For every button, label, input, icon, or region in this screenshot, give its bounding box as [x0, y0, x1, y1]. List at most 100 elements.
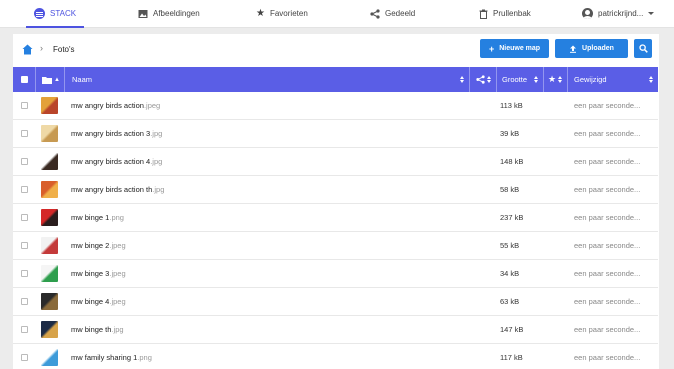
modified-date: een paar seconde... [574, 129, 641, 138]
table-row[interactable]: mw binge 3 .jpeg 34 kB een paar seconde... [13, 260, 658, 288]
row-checkbox[interactable] [21, 344, 28, 369]
user-avatar-icon [582, 8, 593, 19]
thumbnail [41, 288, 58, 315]
file-extension: .jpg [111, 325, 124, 334]
table-row[interactable]: mw angry birds action .jpeg 113 kB een paar… [13, 92, 658, 120]
modified-date: een paar seconde... [574, 157, 641, 166]
file-name-text: mw angry birds action th [71, 185, 153, 194]
new-folder-button[interactable]: + Nieuwe map [480, 39, 549, 58]
tab-gedeeld[interactable]: Gedeeld [370, 0, 415, 27]
user-menu[interactable]: patrickrijnd... [582, 0, 655, 27]
file-extension: .png [137, 353, 152, 362]
tab-label: Favorieten [269, 9, 308, 18]
thumbnail [41, 316, 58, 343]
file-panel: › Foto's + Nieuwe map Uploaden ▲ Naam Gr… [13, 34, 659, 369]
modified-date: een paar seconde... [574, 213, 641, 222]
file-name[interactable]: mw angry birds action 4 .jpg [71, 148, 162, 175]
modified-date: een paar seconde... [574, 185, 641, 194]
search-button[interactable] [634, 39, 652, 58]
row-checkbox[interactable] [21, 176, 28, 203]
file-name-text: mw family sharing 1 [71, 353, 138, 362]
home-icon[interactable] [22, 44, 33, 55]
table-row[interactable]: mw binge 4 .jpeg 63 kB een paar seconde... [13, 288, 658, 316]
toolbar: › Foto's + Nieuwe map Uploaden [13, 34, 659, 66]
thumbnail [41, 176, 58, 203]
modified-column-header[interactable]: Gewijzigd [567, 67, 658, 92]
breadcrumb[interactable]: Foto's [53, 45, 75, 54]
table-row[interactable]: mw binge 1 .png 237 kB een paar seconde... [13, 204, 658, 232]
tab-stack[interactable]: STACK [25, 0, 85, 28]
file-name-text: mw binge 3 [71, 269, 110, 278]
table-row[interactable]: mw angry birds action 3 .jpg 39 kB een paar… [13, 120, 658, 148]
thumbnail [41, 148, 58, 175]
row-checkbox[interactable] [21, 92, 28, 119]
shared-column-header[interactable] [469, 67, 496, 92]
file-name[interactable]: mw binge 4 .jpeg [71, 288, 126, 315]
image-icon [138, 9, 148, 18]
file-extension: .jpeg [109, 269, 126, 278]
row-checkbox[interactable] [21, 316, 28, 343]
sort-icon [649, 76, 653, 83]
plus-icon: + [488, 43, 495, 54]
select-all-checkbox[interactable] [21, 67, 35, 92]
chevron-right-icon: › [40, 43, 43, 53]
row-checkbox[interactable] [21, 204, 28, 231]
folder-icon [42, 76, 52, 84]
table-row[interactable]: mw binge 2 .jpeg 55 kB een paar seconde... [13, 232, 658, 260]
new-folder-label: Nieuwe map [499, 45, 541, 52]
table-row[interactable]: mw binge th .jpg 147 kB een paar seconde... [13, 316, 658, 344]
sort-icon [487, 76, 491, 83]
upload-button[interactable]: Uploaden [555, 39, 628, 58]
thumbnail [41, 260, 58, 287]
modified-date: een paar seconde... [574, 101, 641, 110]
search-icon [638, 44, 648, 53]
top-navigation: STACK Afbeeldingen ★ Favorieten Gedeeld … [0, 0, 674, 28]
row-checkbox[interactable] [21, 232, 28, 259]
file-name-text: mw angry birds action 3 [71, 129, 151, 138]
chevron-down-icon [648, 12, 655, 15]
size-column-header[interactable]: Grootte [496, 67, 543, 92]
user-name: patrickrijnd... [598, 9, 644, 18]
file-name-text: mw angry birds action 4 [71, 157, 151, 166]
row-checkbox[interactable] [21, 260, 28, 287]
file-name-text: mw binge 2 [71, 241, 110, 250]
table-row[interactable]: mw family sharing 1 .png 117 kB een paar se… [13, 344, 658, 369]
thumbnail [41, 344, 58, 369]
row-checkbox[interactable] [21, 148, 28, 175]
row-checkbox[interactable] [21, 120, 28, 147]
file-size: 117 kB [500, 353, 523, 362]
file-name[interactable]: mw angry birds action 3 .jpg [71, 120, 162, 147]
thumbnail [41, 232, 58, 259]
thumbnail [41, 92, 58, 119]
file-name[interactable]: mw family sharing 1 .png [71, 344, 152, 369]
tab-label: STACK [50, 9, 77, 18]
name-column-label: Naam [72, 75, 93, 84]
file-size: 148 kB [500, 157, 524, 166]
table-row[interactable]: mw angry birds action th .jpg 58 kB een paa… [13, 176, 658, 204]
row-checkbox[interactable] [21, 288, 28, 315]
file-name[interactable]: mw binge th .jpg [71, 316, 124, 343]
star-icon: ★ [548, 74, 557, 84]
share-icon [476, 75, 485, 84]
star-icon: ★ [256, 8, 265, 19]
file-name[interactable]: mw binge 1 .png [71, 204, 124, 231]
file-name-text: mw binge th [71, 325, 112, 334]
tab-afbeeldingen[interactable]: Afbeeldingen [138, 0, 200, 27]
name-column-header[interactable]: Naam [64, 67, 469, 92]
size-column-label: Grootte [502, 75, 528, 84]
type-column-header[interactable]: ▲ [35, 67, 64, 92]
table-header: ▲ Naam Grootte ★ Gewijzigd [13, 67, 658, 92]
upload-icon [570, 45, 577, 53]
file-name[interactable]: mw angry birds action .jpeg [71, 92, 160, 119]
tab-prullenbak[interactable]: Prullenbak [479, 0, 531, 27]
sort-icon [460, 76, 464, 83]
file-name[interactable]: mw binge 2 .jpeg [71, 232, 126, 259]
tab-favorieten[interactable]: ★ Favorieten [256, 0, 308, 27]
file-name[interactable]: mw angry birds action th .jpg [71, 176, 164, 203]
table-row[interactable]: mw angry birds action 4 .jpg 148 kB een paa… [13, 148, 658, 176]
file-size: 147 kB [500, 325, 524, 334]
file-name[interactable]: mw binge 3 .jpeg [71, 260, 126, 287]
file-extension: .jpg [150, 129, 163, 138]
favorite-column-header[interactable]: ★ [543, 67, 567, 92]
tab-label: Prullenbak [493, 9, 531, 18]
